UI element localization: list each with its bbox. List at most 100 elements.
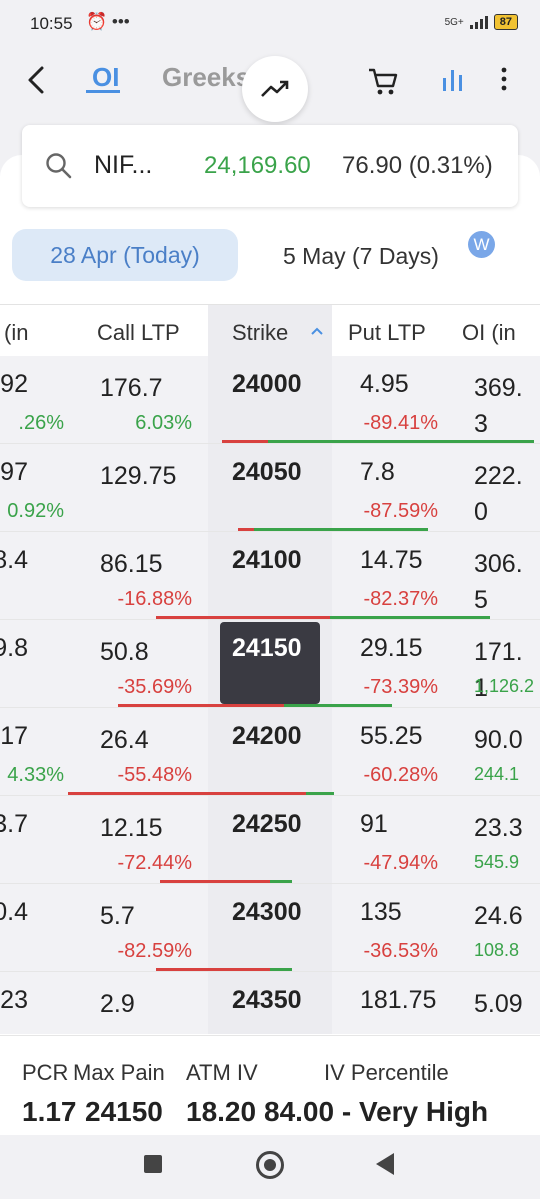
pcr-value: 1.17 bbox=[22, 1096, 77, 1127]
call-ltp[interactable]: 129.75 bbox=[100, 458, 196, 494]
call-ltp[interactable]: 86.15 bbox=[100, 546, 196, 582]
call-oi: 8.4 bbox=[0, 546, 28, 574]
trend-button[interactable] bbox=[242, 56, 308, 122]
system-nav-bar bbox=[0, 1135, 540, 1199]
put-ltp[interactable]: 7.8 bbox=[360, 458, 395, 487]
nav-back-icon[interactable] bbox=[376, 1153, 394, 1175]
tab-greeks[interactable]: Greeks bbox=[162, 62, 250, 93]
put-ltp-change: -60.28% bbox=[363, 764, 439, 786]
option-chain-row[interactable]: 3.7 12.15 -72.44% 24250 91 -47.94% 23.3 545.9 bbox=[0, 796, 540, 884]
put-oi: 5.09 bbox=[474, 990, 523, 1018]
put-oi-change: 244.1 bbox=[474, 764, 520, 784]
call-ltp[interactable]: 12.15 bbox=[100, 810, 196, 846]
put-oi: 306.5 bbox=[474, 550, 523, 614]
option-chain-row[interactable]: 8.4 86.15 -16.88% 24100 14.75 -82.37% 306.5 bbox=[0, 532, 540, 620]
battery-icon: 87 bbox=[493, 14, 518, 30]
strike-price: 24250 bbox=[232, 810, 302, 838]
call-oi: 9.92 bbox=[0, 370, 28, 398]
option-chain-table: (in Call LTP Strike Put LTP OI (in 9.92.… bbox=[0, 304, 540, 1034]
atm-iv-value: 18.20 bbox=[186, 1096, 257, 1127]
max-pain-value: 24150 bbox=[85, 1096, 163, 1127]
status-time: 10:55 bbox=[30, 14, 73, 33]
call-oi-change: 4.33% bbox=[7, 764, 64, 786]
put-ltp[interactable]: 135 bbox=[360, 898, 402, 927]
weekly-badge: W bbox=[468, 231, 495, 258]
expiry-chip-next[interactable]: 5 May (7 Days) bbox=[283, 243, 439, 270]
app-header: OI Greeks bbox=[0, 50, 540, 125]
symbol-name: NIF... bbox=[94, 151, 153, 179]
put-ltp[interactable]: 91 bbox=[360, 810, 388, 839]
home-icon[interactable] bbox=[256, 1151, 284, 1179]
call-ltp[interactable]: 5.7 bbox=[100, 898, 196, 934]
call-ltp-change: -55.48% bbox=[117, 764, 193, 786]
call-oi-change: .26% bbox=[18, 412, 64, 434]
symbol-price: 24,169.60 bbox=[204, 152, 311, 179]
put-ltp[interactable]: 29.15 bbox=[360, 634, 423, 663]
call-ltp-change: -72.44% bbox=[117, 852, 193, 874]
iv-percentile-value: 84.00 - Very High bbox=[264, 1096, 489, 1127]
call-ltp[interactable]: 26.4 bbox=[100, 722, 196, 758]
status-bar: 10:55 ⏰ ••• 5G+ 87 bbox=[0, 0, 540, 50]
option-chain-row[interactable]: 0.4 5.7 -82.59% 24300 135 -36.53% 24.6 108.8 bbox=[0, 884, 540, 972]
bar-chart-icon[interactable] bbox=[440, 66, 466, 94]
call-ltp-change: -35.69% bbox=[117, 676, 193, 698]
strike-price: 24050 bbox=[232, 458, 302, 486]
call-ltp[interactable]: 176.7 bbox=[100, 370, 196, 406]
option-chain-row[interactable]: 9.92 .26% 176.7 6.03% 24000 4.95 -89.41% 369.3 bbox=[0, 356, 540, 444]
header-strike[interactable]: Strike bbox=[232, 320, 288, 346]
call-oi: 34.17 bbox=[0, 722, 28, 750]
sort-ascending-icon bbox=[311, 327, 323, 335]
strike-price: 24100 bbox=[232, 546, 302, 574]
symbol-change: 76.90 (0.31%) bbox=[342, 152, 493, 179]
option-chain-row[interactable]: 2.23 2.9 24350 181.75 5.09 bbox=[0, 972, 540, 1034]
option-chain-row[interactable]: 34.17 4.33% 26.4 -55.48% 24200 55.25 -60.28% 90… bbox=[0, 708, 540, 796]
header-put-ltp[interactable]: Put LTP bbox=[348, 320, 426, 346]
call-ltp-change: -16.88% bbox=[117, 588, 193, 610]
call-oi: 2.23 bbox=[0, 986, 28, 1014]
strike-price: 24350 bbox=[232, 986, 302, 1014]
put-ltp[interactable]: 14.75 bbox=[360, 546, 423, 575]
option-chain-row[interactable]: 5.97 0.92% 129.75 24050 7.8 -87.59% 222.0 bbox=[0, 444, 540, 532]
put-ltp-change: -47.94% bbox=[363, 852, 439, 874]
call-ltp-change: -82.59% bbox=[117, 940, 193, 962]
search-icon bbox=[46, 153, 72, 179]
put-oi: 24.6 bbox=[474, 902, 523, 930]
put-oi-change: 108.8 bbox=[474, 940, 520, 960]
put-ltp-change: -36.53% bbox=[363, 940, 439, 962]
call-ltp[interactable]: 2.9 bbox=[100, 986, 196, 1022]
call-oi-change: 0.92% bbox=[7, 500, 64, 522]
atm-iv-label: ATM IV bbox=[186, 1060, 258, 1085]
put-ltp[interactable]: 181.75 bbox=[360, 986, 436, 1015]
stats-footer: PCR Max Pain ATM IV IV Percentile 1.17 2… bbox=[0, 1035, 540, 1135]
more-options-icon[interactable] bbox=[494, 64, 514, 94]
status-right: 5G+ 87 bbox=[445, 14, 518, 30]
put-ltp[interactable]: 55.25 bbox=[360, 722, 423, 751]
put-ltp-change: -89.41% bbox=[363, 412, 439, 434]
call-oi: 3.7 bbox=[0, 810, 28, 838]
header-call-ltp[interactable]: Call LTP bbox=[97, 320, 180, 346]
back-arrow-icon[interactable] bbox=[22, 60, 52, 100]
put-oi-change: 545.9 bbox=[474, 852, 520, 872]
put-ltp-change: -82.37% bbox=[363, 588, 439, 610]
pcr-label: PCR bbox=[22, 1060, 69, 1085]
max-pain-label: Max Pain bbox=[73, 1060, 165, 1085]
recents-icon[interactable] bbox=[144, 1155, 162, 1173]
symbol-search-card[interactable]: NIF... 24,169.60 76.90 (0.31%) bbox=[22, 125, 518, 207]
option-chain-row[interactable]: 09.850.8-35.69%2415029.15-73.39%171.11,1… bbox=[0, 620, 540, 708]
expiry-chip-selected[interactable]: 28 Apr (Today) bbox=[12, 229, 238, 281]
cart-icon[interactable] bbox=[366, 64, 400, 98]
strike-price: 24200 bbox=[232, 722, 302, 750]
put-oi: 369.3 bbox=[474, 374, 523, 438]
call-ltp[interactable]: 50.8 bbox=[100, 634, 196, 670]
tab-oi[interactable]: OI bbox=[92, 62, 119, 93]
table-top-divider bbox=[0, 304, 540, 305]
strike-price: 24150 bbox=[232, 634, 302, 662]
header-oi-put[interactable]: OI (in bbox=[462, 320, 516, 346]
put-oi: 23.3 bbox=[474, 814, 523, 842]
trending-up-icon bbox=[261, 80, 289, 97]
put-oi: 90.0 bbox=[474, 726, 523, 754]
header-oi-call[interactable]: (in bbox=[4, 320, 28, 346]
put-ltp-change: -87.59% bbox=[363, 500, 439, 522]
put-ltp[interactable]: 4.95 bbox=[360, 370, 409, 399]
strike-price: 24000 bbox=[232, 370, 302, 398]
